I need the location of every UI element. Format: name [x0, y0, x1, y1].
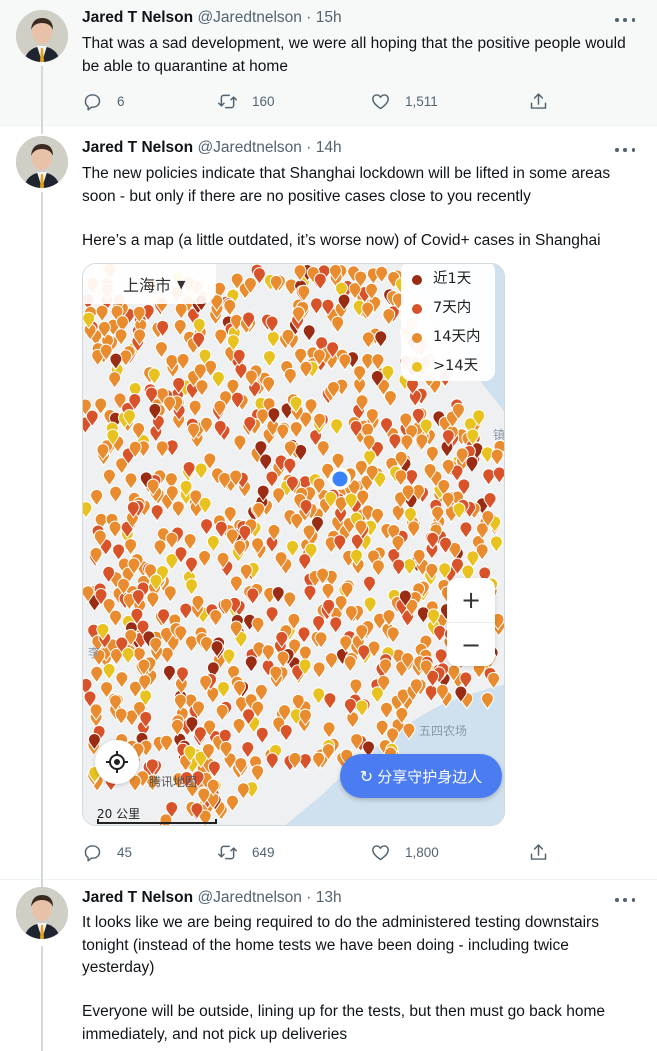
share-button[interactable] — [528, 840, 549, 864]
reply-button[interactable]: 6 — [82, 89, 125, 113]
legend-label: 近1天 — [433, 271, 472, 287]
map-legend: 近1天 7天内 14天内 >14天 — [401, 264, 495, 381]
legend-label: 7天内 — [433, 300, 472, 316]
reply-button[interactable]: 45 — [82, 840, 132, 864]
legend-item: 14天内 — [401, 323, 495, 352]
like-button[interactable]: 1,511 — [370, 89, 438, 113]
retweet-button[interactable]: 649 — [217, 840, 275, 864]
legend-item: 近1天 — [401, 265, 495, 294]
map-label: 五四农场 — [419, 724, 468, 738]
tweet-actions: 45 649 1,800 — [82, 840, 552, 864]
retweet-icon — [218, 94, 237, 108]
heart-icon — [372, 93, 389, 109]
reply-count: 6 — [117, 93, 125, 109]
reply-count: 45 — [117, 844, 133, 860]
reply-icon — [84, 93, 101, 111]
timestamp[interactable]: · 15h — [306, 9, 341, 26]
thread-line — [41, 126, 43, 134]
share-icon — [530, 92, 547, 109]
share-label: 分享守护身边人 — [377, 767, 483, 786]
more-options-icon[interactable] — [615, 13, 635, 27]
refresh-icon: ↻ — [359, 766, 374, 786]
tweet-header: Jared T Nelson @Jaredtnelson · 14h — [82, 139, 342, 157]
share-icon — [530, 843, 547, 860]
zoom-control: + − — [447, 578, 495, 666]
tweet-header: Jared T Nelson @Jaredtnelson · 13h — [82, 889, 342, 907]
map-label: 镇 — [493, 428, 505, 442]
tweet-header: Jared T Nelson @Jaredtnelson · 15h — [82, 9, 342, 27]
like-button[interactable]: 1,800 — [370, 840, 439, 864]
legend-label: 14天内 — [433, 329, 481, 345]
tweet-text: The new policies indicate that Shanghai … — [82, 165, 611, 205]
author-name[interactable]: Jared T Nelson — [82, 139, 193, 156]
legend-item: >14天 — [401, 352, 495, 381]
share-protect-button[interactable]: ↻ 分享守护身边人 — [340, 754, 502, 798]
tweet-2[interactable]: Jared T Nelson @Jaredtnelson · 14h The n… — [0, 126, 657, 880]
tweet-text: Here’s a map (a little outdated, it’s wo… — [82, 232, 601, 249]
avatar[interactable] — [16, 10, 68, 62]
like-count: 1,800 — [405, 844, 439, 860]
city-name: 上海市 — [123, 276, 172, 295]
map-watermark: 腾讯地图 — [149, 775, 198, 789]
share-button[interactable] — [528, 89, 549, 113]
author-name[interactable]: Jared T Nelson — [82, 9, 193, 26]
reply-icon — [84, 844, 101, 862]
tweet-3[interactable]: Jared T Nelson @Jaredtnelson · 13h It lo… — [0, 880, 657, 1051]
tweet-actions: 6 160 1,511 — [82, 89, 552, 113]
heart-icon — [372, 844, 389, 860]
city-selector[interactable]: 上海市 ▼ — [83, 264, 216, 304]
author-name[interactable]: Jared T Nelson — [82, 889, 193, 906]
retweet-icon — [218, 845, 237, 859]
like-count: 1,511 — [405, 93, 438, 109]
more-options-icon[interactable] — [615, 893, 635, 907]
avatar[interactable] — [16, 136, 68, 188]
thread-line — [41, 192, 43, 880]
retweet-button[interactable]: 160 — [217, 89, 275, 113]
timestamp[interactable]: · 13h — [306, 889, 341, 906]
author-handle[interactable]: @Jaredtnelson — [197, 139, 302, 156]
map-label: 李 — [88, 646, 101, 660]
scale-bar — [97, 819, 217, 824]
caret-down-icon: ▼ — [177, 277, 186, 291]
legend-item: 7天内 — [401, 294, 495, 323]
thread-line — [41, 66, 43, 126]
zoom-out-button[interactable]: − — [447, 622, 495, 666]
retweet-count: 160 — [252, 93, 275, 109]
avatar[interactable] — [16, 887, 68, 939]
thread-line — [41, 946, 43, 1051]
crosshair-icon — [106, 751, 128, 773]
map-image[interactable]: 仓 镇 李 五四农场 上海市 ▼ 近1天 7天内 14天内 >14天 + − 腾… — [82, 263, 505, 826]
tweet-text: Everyone will be outside, lining up for … — [82, 1003, 605, 1043]
tweet-text: It looks like we are being required to d… — [82, 914, 599, 976]
locate-button[interactable] — [95, 740, 139, 784]
legend-label: >14天 — [433, 358, 479, 374]
zoom-in-button[interactable]: + — [447, 578, 495, 622]
retweet-count: 649 — [252, 844, 275, 860]
more-options-icon[interactable] — [615, 143, 635, 157]
tweet-text: That was a sad development, we were all … — [82, 35, 626, 75]
timestamp[interactable]: · 14h — [306, 139, 341, 156]
author-handle[interactable]: @Jaredtnelson — [197, 9, 302, 26]
author-handle[interactable]: @Jaredtnelson — [197, 889, 302, 906]
tweet-1[interactable]: Jared T Nelson @Jaredtnelson · 15h That … — [0, 0, 657, 126]
